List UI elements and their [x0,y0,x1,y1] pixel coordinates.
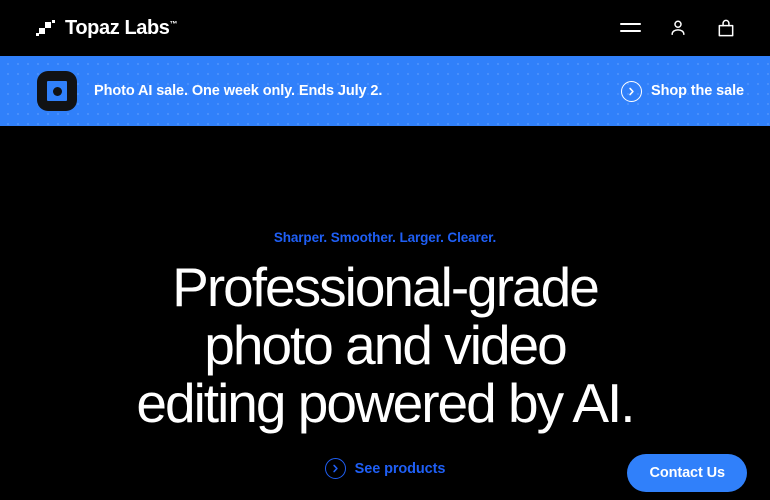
hero-eyebrow: Sharper. Smoother. Larger. Clearer. [273,230,497,245]
stair-squares-logo-icon [36,19,56,37]
hero-headline: Professional-grade photo and video editi… [136,256,635,434]
brand-name: Topaz Labs™ [65,18,178,38]
menu-icon [619,22,641,34]
account-button[interactable] [666,16,690,40]
shop-the-sale-link[interactable]: Shop the sale [621,80,744,102]
shop-the-sale-label: Shop the sale [651,83,744,99]
chevron-right-circle-icon [621,80,643,102]
brand-logo[interactable]: Topaz Labs™ [36,18,178,38]
header-nav-icons [618,16,738,40]
cart-button[interactable] [714,16,738,40]
trademark-symbol: ™ [169,19,178,29]
photo-ai-app-icon [37,71,77,111]
hero-section: Sharper. Smoother. Larger. Clearer. Prof… [0,126,770,500]
hero-headline-line-2: photo and video [204,313,567,376]
see-products-label: See products [354,460,446,477]
hero-headline-line-1: Professional-grade [172,256,600,318]
hero-headline-line-3: editing powered by AI. [136,371,635,434]
promo-message: Photo AI sale. One week only. Ends July … [94,83,383,99]
shopping-bag-icon [718,19,734,36]
chevron-right-circle-icon [324,458,346,480]
see-products-link[interactable]: See products [324,458,446,480]
site-header: Topaz Labs™ [0,0,770,56]
brand-name-text: Topaz Labs [65,17,170,39]
contact-us-button[interactable]: Contact Us [627,454,747,492]
promo-banner: Photo AI sale. One week only. Ends July … [0,56,770,126]
menu-button[interactable] [618,16,642,40]
account-icon [671,20,685,35]
promo-banner-content: Photo AI sale. One week only. Ends July … [37,71,382,111]
